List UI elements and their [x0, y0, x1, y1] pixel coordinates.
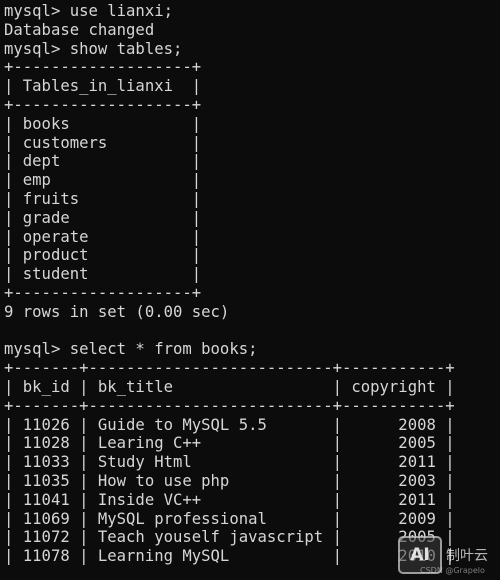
table-row: | 11033 | Study Html | 2011 | [4, 453, 455, 472]
watermark-credit: CSDN @Grapelo [420, 566, 485, 575]
terminal-window[interactable]: mysql> use lianxi; Database changed mysq… [0, 0, 500, 580]
table-row: | emp | [4, 171, 202, 190]
command-use-db: mysql> use lianxi; [4, 2, 173, 20]
table-header: | bk_id | bk_title | copyright | [4, 377, 455, 396]
table-border-bottom: +-------------------+ [4, 283, 202, 302]
table-border-top: +-------+--------------------------+----… [4, 359, 455, 378]
table-row: | fruits | [4, 189, 202, 208]
status-database-changed: Database changed [4, 20, 155, 39]
table-row: | student | [4, 265, 202, 284]
command-select-books: mysql> select * from books; [4, 340, 258, 359]
table-row: | 11069 | MySQL professional | 2009 | [4, 509, 455, 528]
table-row: | 11028 | Learing C++ | 2005 | [4, 434, 455, 453]
table-row: | 11035 | How to use php | 2003 | [4, 471, 455, 490]
table-row: | 11026 | Guide to MySQL 5.5 | 2008 | [4, 415, 455, 434]
table-header: | Tables_in_lianxi | [4, 77, 202, 96]
result-summary: 9 rows in set (0.00 sec) [4, 302, 230, 321]
table-row: | customers | [4, 133, 202, 152]
command-show-tables: mysql> show tables; [4, 39, 183, 58]
table-row: | operate | [4, 227, 202, 246]
table-row: | books | [4, 114, 202, 133]
table-border-top: +-------------------+ [4, 58, 202, 77]
table-row: | product | [4, 246, 202, 265]
table-row: | grade | [4, 208, 202, 227]
table-row: | 11041 | Inside VC++ | 2011 | [4, 490, 455, 509]
table-row: | dept | [4, 152, 202, 171]
table-border-header: +-------+--------------------------+----… [4, 396, 455, 415]
table-border-header: +-------------------+ [4, 95, 202, 114]
watermark-brand: 制叶云 [446, 548, 488, 564]
